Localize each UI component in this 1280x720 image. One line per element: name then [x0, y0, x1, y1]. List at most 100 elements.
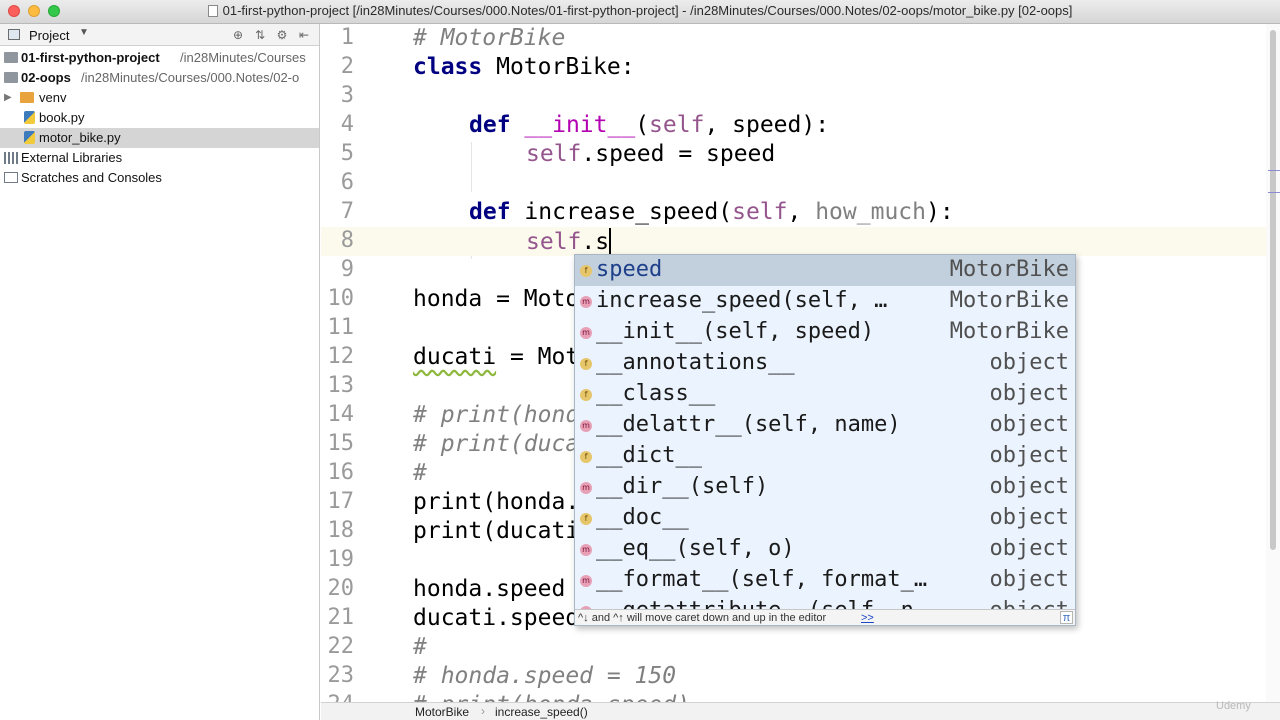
line-number: 12: [327, 344, 355, 369]
code-text: # honda.speed = 150: [413, 663, 677, 689]
completion-item[interactable]: m increase_speed(self, … MotorBike: [575, 286, 1075, 317]
method-icon: m: [580, 544, 592, 556]
code-line[interactable]: 24 # print(honda.speed): [321, 691, 1280, 702]
completion-item-label: __eq__(self, o): [596, 536, 795, 561]
tree-item-name: 01-first-python-project: [21, 50, 160, 65]
project-view-selector[interactable]: Project: [29, 28, 69, 43]
line-number: 19: [327, 547, 355, 572]
completion-hint: ^↓ and ^↑ will move caret down and up in…: [578, 612, 827, 624]
chevron-down-icon[interactable]: ▼: [79, 27, 89, 38]
tree-item-external-libraries[interactable]: External Libraries: [0, 148, 319, 168]
line-number: 23: [327, 663, 355, 688]
line-number: 5: [340, 141, 354, 166]
completion-item-label: speed: [596, 257, 663, 282]
chevron-right-icon: ›: [481, 704, 485, 718]
completion-item[interactable]: m __init__(self, speed) MotorBike: [575, 317, 1075, 348]
chevron-right-icon[interactable]: ▶: [4, 88, 12, 108]
tree-item-name: venv: [39, 90, 67, 105]
code-text: self.speed = speed: [526, 141, 776, 167]
completion-item-type: MotorBike: [949, 257, 1069, 282]
code-text: ducati.speed: [413, 605, 580, 631]
completion-item-type: object: [989, 350, 1069, 375]
collapse-all-icon[interactable]: ⇅: [251, 26, 269, 44]
window-title-wrap: 01-first-python-project [/in28Minutes/Co…: [0, 3, 1280, 18]
breadcrumb-item[interactable]: MotorBike: [415, 705, 469, 719]
completion-item[interactable]: f __dict__ object: [575, 441, 1075, 472]
folder-icon: [20, 92, 34, 103]
gear-icon[interactable]: ⚙: [273, 26, 291, 44]
line-number: 2: [340, 54, 354, 79]
code-line[interactable]: 6: [321, 169, 1280, 198]
breadcrumb-item[interactable]: increase_speed(): [495, 705, 588, 719]
completion-item-type: object: [989, 443, 1069, 468]
code-line[interactable]: 23 # honda.speed = 150: [321, 662, 1280, 691]
line-number: 9: [340, 257, 354, 282]
completion-item[interactable]: f __class__ object: [575, 379, 1075, 410]
completion-item[interactable]: m __delattr__(self, name) object: [575, 410, 1075, 441]
tree-item-path: /in28Minutes/Courses/000.Notes/02-o: [81, 70, 300, 85]
file-icon: [207, 5, 218, 17]
code-text: # MotorBike: [413, 25, 566, 51]
completion-item-type: object: [989, 412, 1069, 437]
code-text: honda = Moto: [413, 286, 580, 312]
line-number: 17: [327, 489, 355, 514]
title-bar: 01-first-python-project [/in28Minutes/Co…: [0, 0, 1280, 24]
tree-item-name: motor_bike.py: [39, 130, 121, 145]
method-icon: m: [580, 575, 592, 587]
project-icon: [8, 29, 20, 40]
vertical-scrollbar[interactable]: [1270, 30, 1276, 550]
tree-item-01-first-python-project[interactable]: 01-first-python-project /in28Minutes/Cou…: [0, 48, 319, 68]
more-link[interactable]: >>: [861, 612, 874, 624]
line-number: 4: [340, 112, 354, 137]
code-line[interactable]: 22 #: [321, 633, 1280, 662]
pi-icon[interactable]: π: [1060, 611, 1073, 624]
completion-item-type: object: [989, 536, 1069, 561]
line-number: 10: [327, 286, 355, 311]
code-line[interactable]: 7 def increase_speed(self, how_much):: [321, 198, 1280, 227]
line-number: 22: [327, 634, 355, 659]
line-number: 13: [327, 373, 355, 398]
code-line[interactable]: 4 def __init__(self, speed):: [321, 111, 1280, 140]
completion-item[interactable]: f speed MotorBike: [575, 255, 1075, 286]
field-icon: f: [580, 389, 592, 401]
completion-item-label: __doc__: [596, 505, 689, 530]
library-icon: [4, 152, 18, 164]
line-number: 24: [321, 692, 355, 702]
completion-item[interactable]: f __annotations__ object: [575, 348, 1075, 379]
line-number: 18: [327, 518, 355, 543]
tree-item-scratches-and-consoles[interactable]: Scratches and Consoles: [0, 168, 319, 188]
completion-item[interactable]: m __dir__(self) object: [575, 472, 1075, 503]
project-panel: Project ▼ ⊕ ⇅ ⚙ ⇤ 01-first-python-projec…: [0, 24, 320, 720]
line-number: 15: [327, 431, 355, 456]
code-line[interactable]: 2 class MotorBike:: [321, 53, 1280, 82]
line-number: 1: [340, 25, 354, 50]
stripe-marker[interactable]: [1268, 170, 1280, 171]
code-line-current[interactable]: 8 self.s: [321, 227, 1280, 256]
code-line[interactable]: 3: [321, 82, 1280, 111]
code-line[interactable]: 5 self.speed = speed: [321, 140, 1280, 169]
tree-item-venv[interactable]: ▶ venv: [0, 88, 319, 108]
code-line[interactable]: 1 # MotorBike: [321, 24, 1280, 53]
completion-item[interactable]: m __format__(self, format_… object: [575, 565, 1075, 596]
project-panel-header: Project ▼ ⊕ ⇅ ⚙ ⇤: [0, 24, 319, 46]
tree-item-02-oops[interactable]: 02-oops /in28Minutes/Courses/000.Notes/0…: [0, 68, 319, 88]
completion-item[interactable]: m __eq__(self, o) object: [575, 534, 1075, 565]
completion-item[interactable]: f __doc__ object: [575, 503, 1075, 534]
code-completion-popup: f speed MotorBike m increase_speed(self,…: [574, 254, 1076, 626]
completion-item-type: object: [989, 474, 1069, 499]
method-icon: m: [580, 482, 592, 494]
tree-item-name: External Libraries: [21, 150, 123, 165]
hide-panel-icon[interactable]: ⇤: [295, 26, 313, 44]
code-text: print(ducati: [413, 518, 580, 544]
completion-item-type: MotorBike: [949, 319, 1069, 344]
locate-file-icon[interactable]: ⊕: [229, 26, 247, 44]
tree-item-motor-bike-py[interactable]: motor_bike.py: [0, 128, 319, 148]
completion-item-type: object: [989, 381, 1069, 406]
stripe-marker[interactable]: [1268, 192, 1280, 193]
line-number: 20: [327, 576, 355, 601]
method-icon: m: [580, 327, 592, 339]
completion-item-label: __class__: [596, 381, 716, 406]
tree-item-book-py[interactable]: book.py: [0, 108, 319, 128]
code-text: # print(duca: [413, 431, 580, 457]
watermark: Udemy: [1216, 700, 1251, 712]
